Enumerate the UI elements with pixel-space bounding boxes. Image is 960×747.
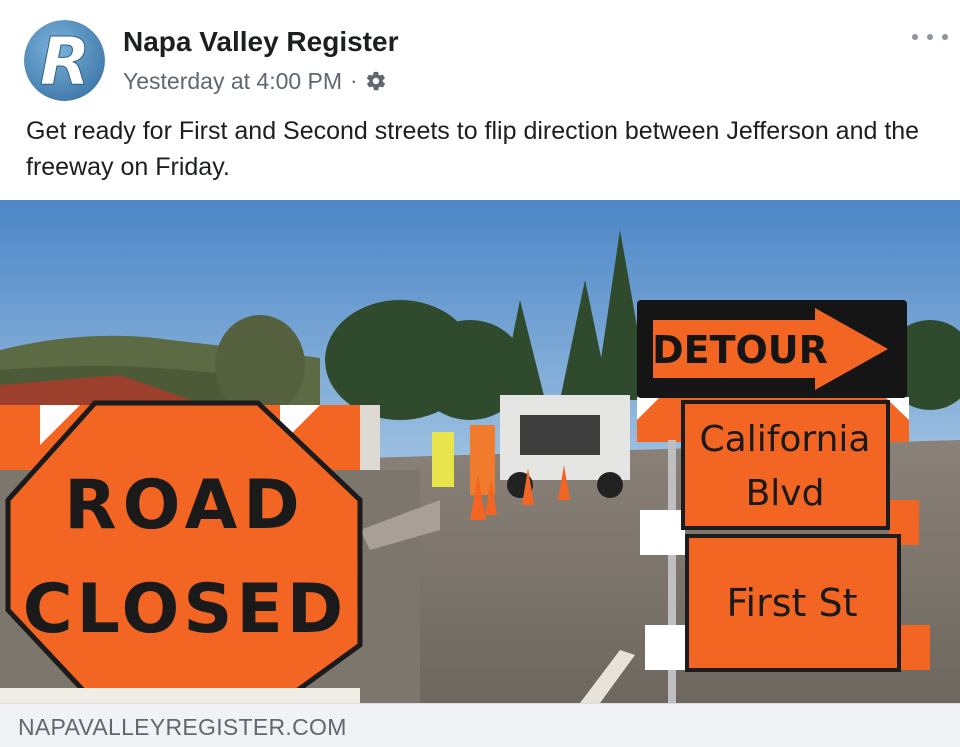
post-timestamp[interactable]: Yesterday at 4:00 PM xyxy=(123,68,342,95)
more-dot xyxy=(942,34,948,40)
post-message: Get ready for First and Second streets t… xyxy=(26,117,920,181)
link-preview[interactable]: NAPAVALLEYREGISTER.COM xyxy=(0,703,960,747)
page-name-link[interactable]: Napa Valley Register xyxy=(123,26,398,58)
sign-first: First St xyxy=(726,581,857,625)
napa-valley-register-logo: R xyxy=(24,20,105,101)
logo-letter: R xyxy=(40,23,91,100)
link-domain[interactable]: NAPAVALLEYREGISTER.COM xyxy=(18,714,347,741)
road-sign-line2: CLOSED xyxy=(23,570,348,649)
post-meta: Yesterday at 4:00 PM · xyxy=(123,66,387,96)
gear-icon[interactable] xyxy=(365,70,387,92)
sign-california-line1: California xyxy=(700,419,871,460)
sign-california-line2: Blvd xyxy=(746,473,825,514)
meta-separator: · xyxy=(350,68,358,93)
road-closed-sign xyxy=(5,400,363,703)
road-sign-line1: ROAD xyxy=(64,466,305,545)
more-dot xyxy=(912,34,918,40)
more-options-icon[interactable] xyxy=(912,27,948,47)
detour-text: DETOUR xyxy=(652,328,828,372)
post-photo[interactable]: ROAD CLOSED DETOUR California Blvd First… xyxy=(0,200,960,703)
more-dot xyxy=(927,34,933,40)
page-avatar[interactable]: R xyxy=(24,20,105,101)
road-closure-photo: ROAD CLOSED DETOUR California Blvd First… xyxy=(0,200,960,703)
